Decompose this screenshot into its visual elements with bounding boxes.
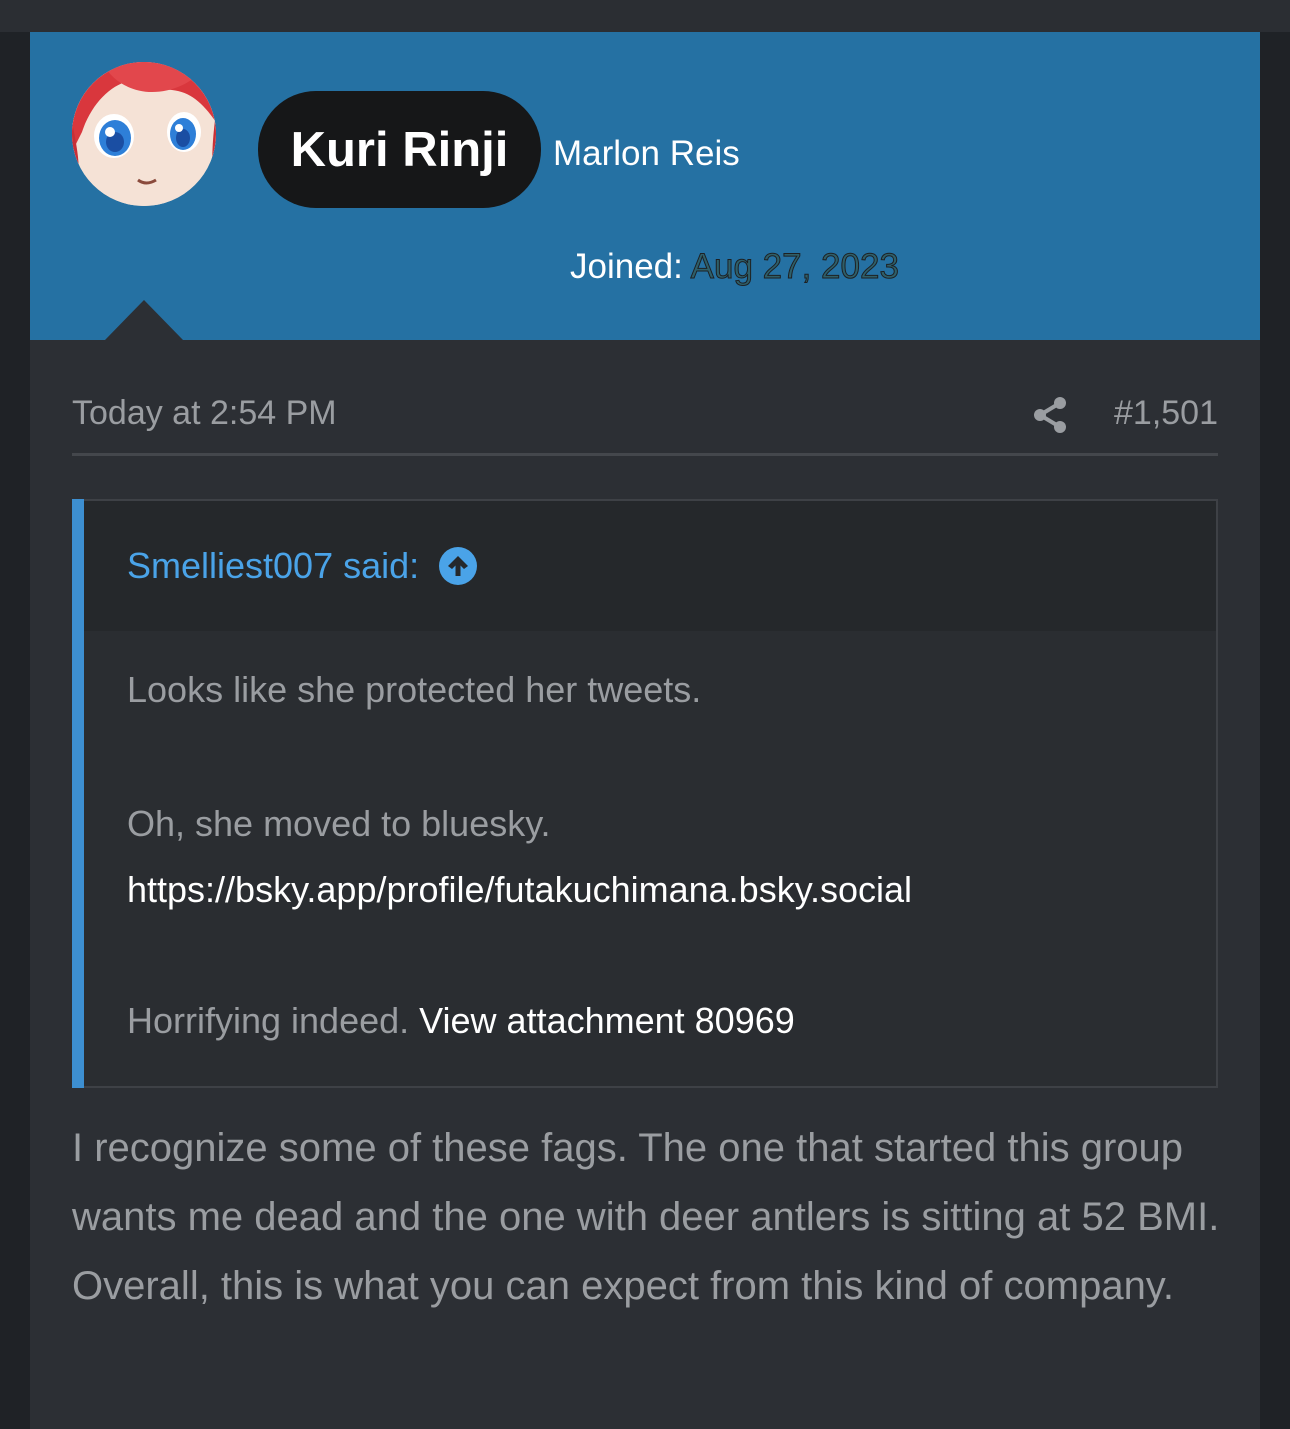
post-number[interactable]: #1,501 [1114, 394, 1218, 433]
divider [72, 453, 1218, 456]
user-header: Kuri Rinji Marlon Reis Joined: Aug 27, 2… [30, 32, 1260, 340]
arrow-up-circle-icon[interactable] [439, 547, 478, 585]
header-pointer [105, 300, 183, 340]
share-icon[interactable] [1030, 395, 1070, 435]
quote-author[interactable]: Smelliest007 said: [127, 545, 419, 587]
quote-accent-bar [72, 499, 84, 1088]
quote-line: Oh, she moved to bluesky. [127, 803, 551, 844]
joined-label: Joined: [570, 247, 683, 286]
joined-info: Joined: Aug 27, 2023 [570, 247, 899, 287]
top-bar [0, 0, 1290, 32]
forum-post: Kuri Rinji Marlon Reis Joined: Aug 27, 2… [30, 32, 1260, 1429]
post-meta: Today at 2:54 PM #1,501 [72, 394, 1218, 438]
quote-header: Smelliest007 said: [84, 501, 1216, 631]
attachment-link[interactable]: View attachment 80969 [419, 1000, 795, 1041]
quote-author-link[interactable]: Smelliest007 said: [127, 545, 478, 587]
post-timestamp[interactable]: Today at 2:54 PM [72, 394, 337, 433]
quote-line: Looks like she protected her tweets. [127, 669, 702, 710]
quote-line-attachment: Horrifying indeed. View attachment 80969 [127, 1000, 795, 1042]
avatar[interactable] [72, 62, 216, 206]
post-body: I recognize some of these fags. The one … [72, 1126, 1220, 1308]
quote-block: Smelliest007 said: Looks like she protec… [72, 499, 1218, 1088]
quote-line: Horrifying indeed. [127, 1000, 410, 1041]
avatar-image [72, 62, 216, 206]
user-title: Marlon Reis [553, 134, 740, 173]
username[interactable]: Kuri Rinji [258, 91, 541, 208]
quote-link[interactable]: https://bsky.app/profile/futakuchimana.b… [127, 869, 912, 911]
joined-date: Aug 27, 2023 [690, 247, 899, 287]
